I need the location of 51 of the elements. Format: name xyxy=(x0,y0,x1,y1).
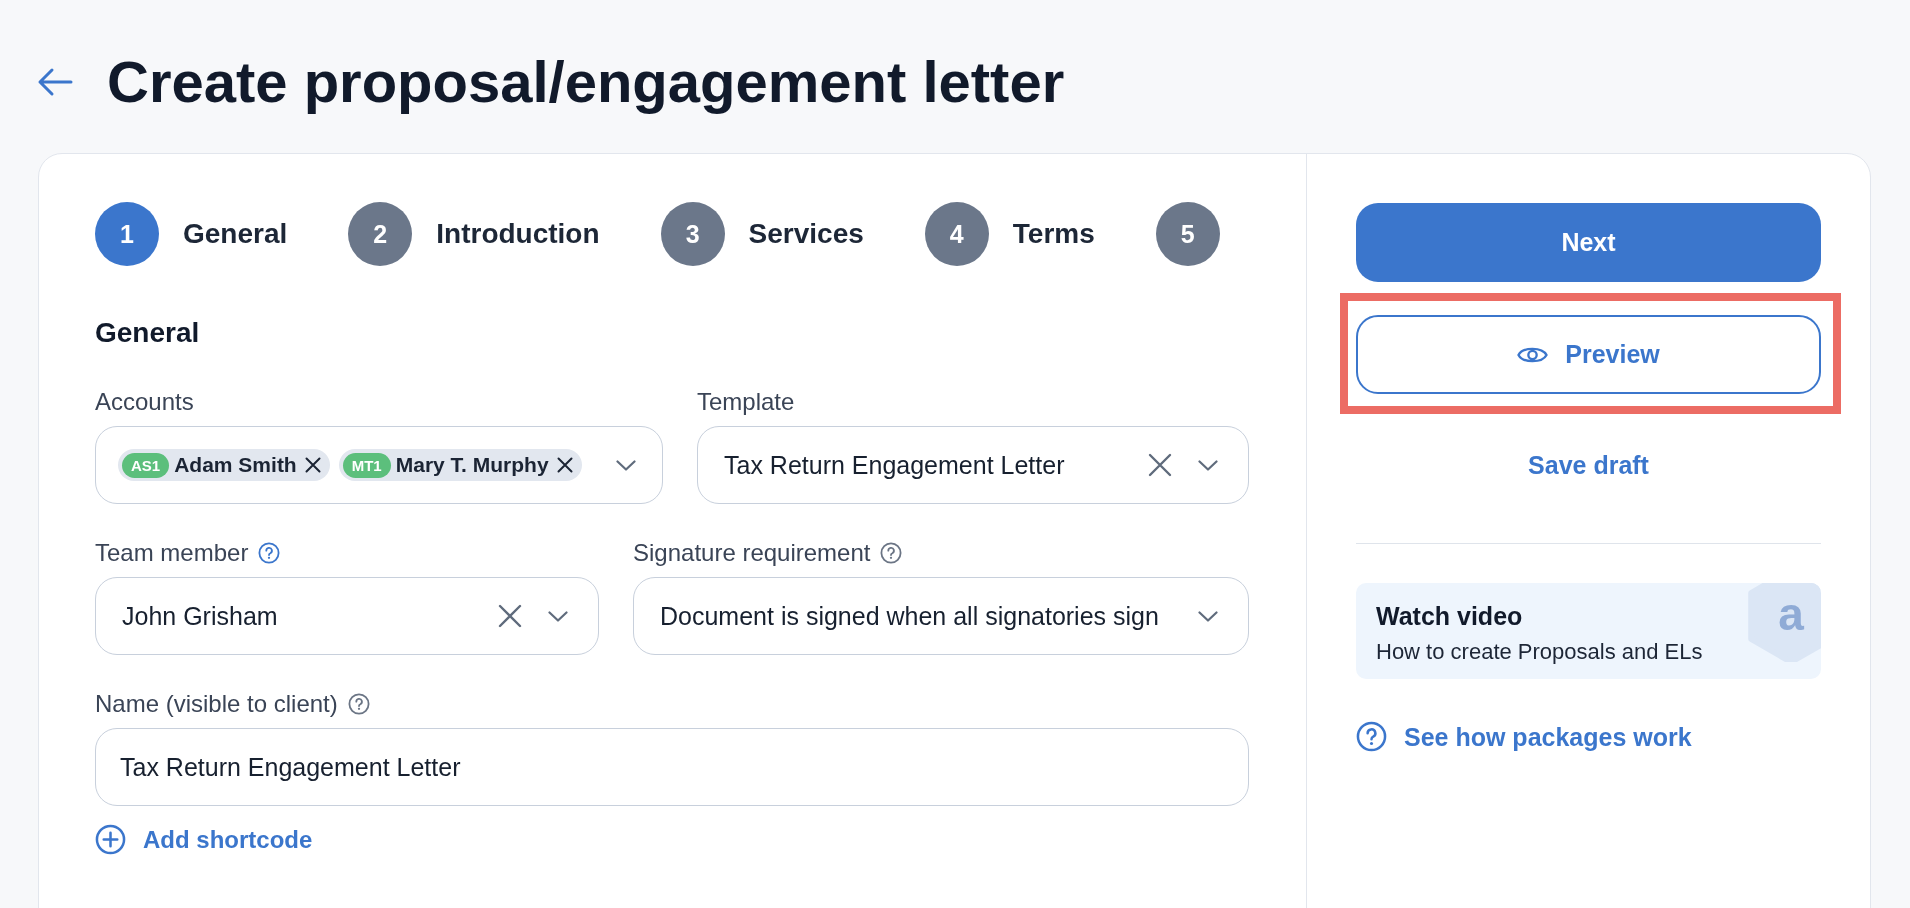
chevron-down-icon[interactable] xyxy=(616,459,636,471)
initials-tag: AS1 xyxy=(122,452,170,478)
help-icon[interactable] xyxy=(347,693,370,715)
text-field[interactable]: Tax Return Engagement Letter xyxy=(95,728,1249,806)
select-value: Document is signed when all signatories sign xyxy=(660,601,1159,631)
select-field[interactable]: Document is signed when all signatories sign xyxy=(633,577,1249,655)
video-title: Watch video xyxy=(1376,601,1523,632)
plus-circle-icon xyxy=(95,824,126,855)
select-field[interactable]: John Grisham xyxy=(95,577,599,655)
select-field[interactable]: Tax Return Engagement Letter xyxy=(697,426,1249,504)
field-label: Template xyxy=(697,387,795,417)
step-number[interactable]: 4 xyxy=(924,202,989,266)
remove-icon[interactable] xyxy=(304,457,321,473)
hexagon-logo-icon: a xyxy=(1748,583,1821,662)
chevron-down-icon[interactable] xyxy=(1198,610,1218,622)
field-label: Signature requirement xyxy=(633,538,871,568)
step-number[interactable]: 1 xyxy=(95,202,159,266)
step-label[interactable]: General xyxy=(183,217,288,251)
page-title: Create proposal/engagement letter xyxy=(107,48,1065,116)
save-draft-link[interactable]: Save draft xyxy=(1528,450,1649,480)
chip-name: Mary T. Murphy xyxy=(395,453,549,477)
step-number[interactable]: 2 xyxy=(348,202,413,266)
chevron-down-icon[interactable] xyxy=(1198,459,1218,471)
video-subtitle: How to create Proposals and ELs xyxy=(1376,638,1703,666)
help-link[interactable]: See how packages work xyxy=(1356,721,1692,752)
select-value: Tax Return Engagement Letter xyxy=(724,450,1065,480)
field-label: Name (visible to client) xyxy=(95,689,338,719)
field-label: Team member xyxy=(95,538,249,568)
step-label[interactable]: Services xyxy=(748,217,864,251)
video-card[interactable]: Watch video How to create Proposals and ELs a xyxy=(1356,583,1821,679)
section-heading: General xyxy=(95,316,201,350)
step-number[interactable]: 3 xyxy=(660,202,725,266)
clear-icon[interactable] xyxy=(1148,453,1172,477)
next-button[interactable]: Next xyxy=(1356,203,1821,282)
question-circle-icon xyxy=(1356,721,1387,752)
help-icon[interactable] xyxy=(880,542,903,564)
field-label: Accounts xyxy=(95,387,194,417)
initials-tag: MT1 xyxy=(342,452,391,478)
step-label[interactable]: Introduction xyxy=(436,217,600,251)
remove-icon[interactable] xyxy=(556,457,573,473)
step-label[interactable]: Terms xyxy=(1012,217,1095,251)
back-arrow-icon[interactable] xyxy=(37,67,73,97)
help-icon[interactable] xyxy=(258,542,281,564)
clear-icon[interactable] xyxy=(498,604,522,628)
add-shortcode-link[interactable]: Add shortcode xyxy=(95,824,313,855)
chip-name: Adam Smith xyxy=(174,453,297,477)
preview-button[interactable]: Preview xyxy=(1356,315,1821,394)
multiselect-field[interactable]: AS1 Adam Smith MT1 Mary T. Murphy xyxy=(95,426,663,504)
step-number[interactable]: 5 xyxy=(1155,202,1220,266)
chevron-down-icon[interactable] xyxy=(548,610,568,622)
select-value: John Grisham xyxy=(122,601,278,631)
